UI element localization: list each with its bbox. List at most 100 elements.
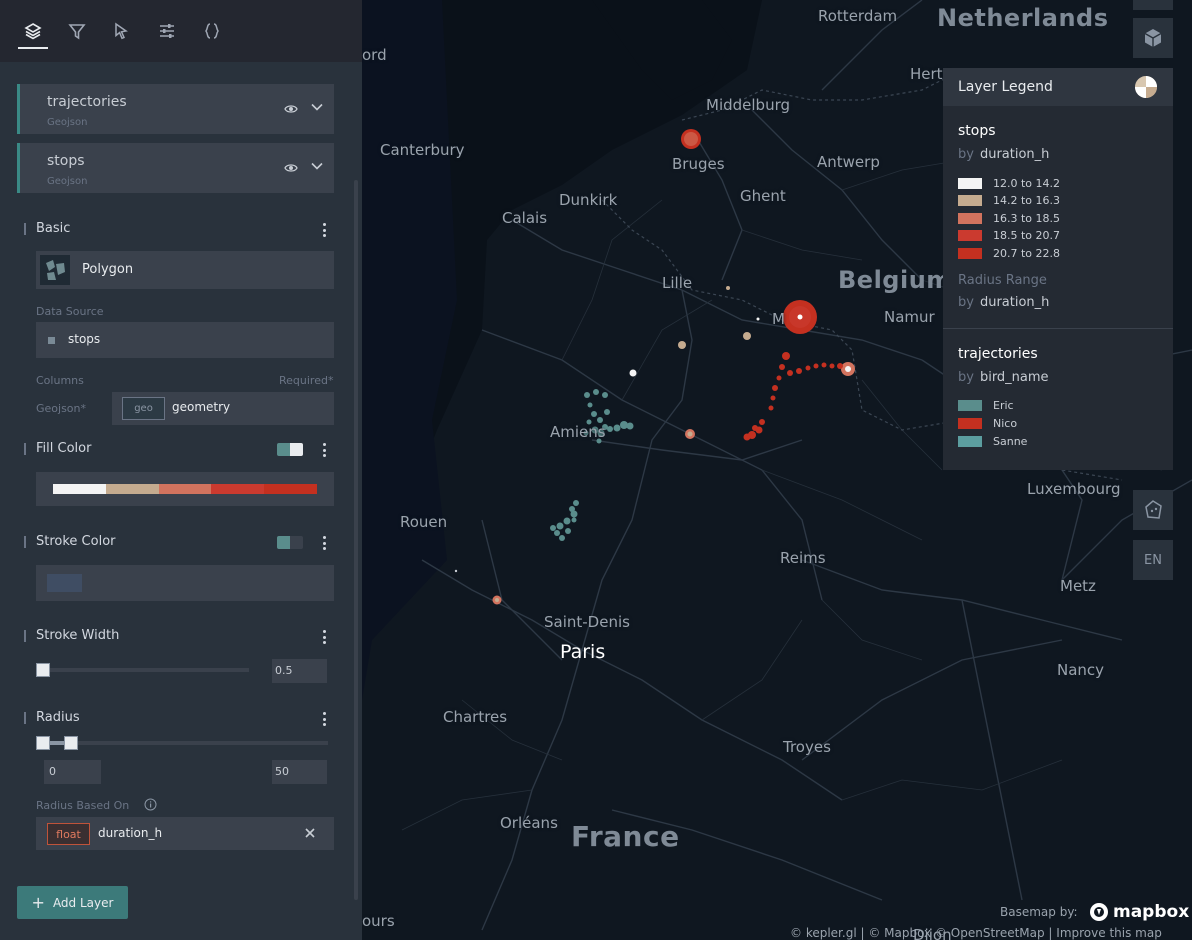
- more-options-icon[interactable]: [322, 630, 326, 644]
- layer-card-stops[interactable]: stops Geojson: [17, 143, 334, 193]
- eye-icon[interactable]: [284, 161, 298, 175]
- country-label: France: [571, 820, 680, 853]
- chevron-down-icon[interactable]: [310, 100, 324, 114]
- radius-max-input[interactable]: 50: [272, 760, 327, 784]
- section-marker: [24, 536, 26, 548]
- layer-card-trajectories[interactable]: trajectories Geojson: [17, 84, 334, 134]
- plus-icon: +: [31, 892, 45, 912]
- legend-header: Layer Legend: [943, 68, 1173, 106]
- city-label: Lille: [662, 274, 693, 292]
- radius-min-handle[interactable]: [36, 736, 50, 750]
- map-control-button[interactable]: [1133, 0, 1173, 10]
- panel-scrollbar[interactable]: [354, 180, 358, 900]
- fill-color-ramp-select[interactable]: [36, 472, 334, 506]
- more-options-icon[interactable]: [322, 712, 326, 726]
- city-label: Canterbury: [380, 141, 465, 159]
- city-label: Namur: [884, 308, 935, 326]
- by-label: by: [958, 370, 974, 385]
- color-ramp-step: [211, 484, 265, 494]
- radius-slider-track[interactable]: [38, 741, 328, 745]
- legend-swatch: [958, 435, 982, 447]
- layer-name: stops: [47, 153, 85, 169]
- cursor-icon: [115, 22, 128, 40]
- legend-swatch: [958, 195, 982, 206]
- city-label: Troyes: [783, 738, 831, 756]
- layers-icon: [24, 23, 42, 40]
- city-label: Antwerp: [817, 153, 880, 171]
- layer-legend-panel: Layer Legend stops by duration_h 12.0 to …: [943, 68, 1173, 470]
- radius-max-handle[interactable]: [64, 736, 78, 750]
- map-settings-tab[interactable]: [150, 14, 184, 48]
- by-field: bird_name: [979, 370, 1049, 385]
- legend-row: 18.5 to 20.7: [958, 229, 1060, 243]
- info-icon[interactable]: [144, 798, 157, 811]
- stroke-width-value: 0.5: [275, 664, 293, 677]
- filters-tab[interactable]: [60, 14, 94, 48]
- more-options-icon[interactable]: [322, 536, 326, 550]
- legend-swatch: [958, 399, 982, 411]
- add-layer-button[interactable]: + Add Layer: [17, 886, 128, 919]
- layer-name: trajectories: [47, 94, 127, 110]
- stroke-color-toggle[interactable]: [277, 536, 303, 549]
- city-label: Bruges: [672, 155, 725, 173]
- section-marker: [24, 630, 26, 642]
- legend-row: 20.7 to 22.8: [958, 246, 1060, 260]
- legend-trajectories-by: by bird_name: [958, 370, 1049, 385]
- sliders-icon: [160, 24, 174, 38]
- side-panel: trajectories Geojson stops Geojson Basic…: [0, 0, 362, 940]
- radius-min-input[interactable]: 0: [44, 760, 101, 784]
- layers-tab[interactable]: [16, 14, 50, 49]
- stroke-width-input[interactable]: 0.5: [272, 659, 327, 683]
- more-options-icon[interactable]: [322, 223, 326, 237]
- color-ramp-step: [158, 484, 212, 494]
- legend-radius-by: by duration_h: [958, 295, 1049, 310]
- basemap-label: Basemap by:: [1000, 905, 1078, 919]
- radius-field-select[interactable]: float duration_h: [36, 817, 334, 850]
- language-button[interactable]: EN: [1133, 540, 1173, 580]
- city-label: Ghent: [740, 187, 786, 205]
- mapbox-logo-text: mapbox: [1113, 902, 1190, 922]
- city-label: Luxembourg: [1027, 480, 1121, 498]
- data-source-value: stops: [68, 332, 101, 346]
- city-label: Calais: [502, 209, 548, 227]
- eye-icon[interactable]: [284, 102, 298, 116]
- country-label: Netherlands: [937, 4, 1109, 32]
- interactions-tab[interactable]: [105, 14, 139, 48]
- stroke-width-title: Stroke Width: [36, 628, 120, 643]
- stroke-width-slider-handle[interactable]: [36, 663, 50, 677]
- draw-polygon-button[interactable]: [1133, 490, 1173, 530]
- legend-divider: [943, 328, 1173, 329]
- city-label: Orléans: [500, 814, 558, 832]
- color-ramp-step: [53, 484, 106, 494]
- stroke-width-slider-track[interactable]: [38, 668, 249, 672]
- stroke-color-swatch: [47, 574, 82, 592]
- fill-color-title: Fill Color: [36, 441, 92, 456]
- mapbox-logo[interactable]: mapbox: [1089, 902, 1189, 922]
- legend-swatch: [958, 212, 982, 224]
- legend-label: 16.3 to 18.5: [993, 211, 1061, 225]
- layer-type-selector[interactable]: Polygon: [36, 251, 334, 289]
- radius-max-value: 50: [275, 765, 289, 778]
- by-field: duration_h: [979, 147, 1050, 162]
- map-attribution[interactable]: © kepler.gl | © Mapbox © OpenStreetMap |…: [790, 926, 1162, 940]
- city-label: Amiens: [550, 423, 606, 441]
- city-label: M: [772, 310, 785, 328]
- legend-toggle-icon[interactable]: [1134, 75, 1158, 99]
- 3d-view-button[interactable]: [1133, 18, 1173, 58]
- color-ramp-step: [264, 484, 317, 494]
- by-label: by: [958, 147, 974, 162]
- more-options-icon[interactable]: [322, 443, 326, 457]
- chevron-down-icon[interactable]: [310, 159, 324, 173]
- fill-color-toggle[interactable]: [277, 443, 303, 456]
- stroke-color-select[interactable]: [36, 565, 334, 601]
- close-icon[interactable]: [305, 828, 315, 838]
- legend-label: 18.5 to 20.7: [993, 229, 1061, 242]
- legend-label: Eric: [993, 398, 1014, 412]
- dataset-color-swatch: [48, 337, 55, 344]
- section-marker: [24, 712, 26, 724]
- data-source-select[interactable]: stops: [36, 322, 334, 358]
- legend-stops-title: stops: [958, 123, 996, 139]
- by-label: by: [958, 295, 974, 310]
- geojson-column-select[interactable]: geo geometry: [112, 392, 334, 425]
- json-config-tab[interactable]: [195, 14, 229, 48]
